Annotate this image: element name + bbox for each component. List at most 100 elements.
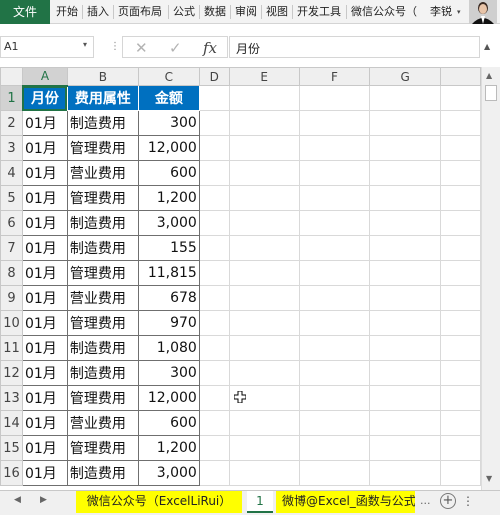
empty-cell[interactable]	[228, 85, 300, 111]
table-cell[interactable]: 营业费用	[66, 160, 139, 186]
column-header-f[interactable]: F	[298, 67, 371, 86]
empty-cell[interactable]	[440, 135, 481, 161]
tab-page-layout[interactable]: 页面布局	[118, 0, 162, 24]
empty-cell[interactable]	[440, 335, 481, 361]
tab-insert[interactable]: 插入	[87, 0, 109, 24]
empty-cell[interactable]	[228, 110, 300, 136]
table-cell[interactable]: 1,080	[137, 335, 200, 361]
name-box[interactable]: A1 ▾	[0, 36, 94, 58]
cancel-icon[interactable]: ✕	[135, 37, 148, 59]
empty-cell[interactable]	[198, 85, 230, 111]
empty-cell[interactable]	[298, 460, 371, 486]
row-header[interactable]: 13	[0, 385, 23, 411]
scroll-down-icon[interactable]: ▼	[486, 474, 492, 483]
empty-cell[interactable]	[228, 435, 300, 461]
table-cell[interactable]: 3,000	[137, 210, 200, 236]
empty-cell[interactable]	[298, 260, 371, 286]
row-header[interactable]: 5	[0, 185, 23, 211]
table-header-cell[interactable]: 月份	[21, 85, 68, 111]
insert-function-icon[interactable]: fx	[203, 37, 217, 59]
empty-cell[interactable]	[298, 235, 371, 261]
empty-cell[interactable]	[369, 110, 442, 136]
empty-cell[interactable]	[298, 185, 371, 211]
table-cell[interactable]: 制造费用	[66, 210, 139, 236]
table-cell[interactable]: 01月	[21, 135, 68, 161]
table-cell[interactable]: 01月	[21, 385, 68, 411]
table-cell[interactable]: 970	[137, 310, 200, 336]
table-cell[interactable]: 678	[137, 285, 200, 311]
column-header-a[interactable]: A	[21, 67, 68, 87]
table-cell[interactable]: 01月	[21, 160, 68, 186]
table-cell[interactable]: 12,000	[137, 135, 200, 161]
empty-cell[interactable]	[298, 335, 371, 361]
tab-data[interactable]: 数据	[204, 0, 226, 24]
empty-cell[interactable]	[228, 360, 300, 386]
row-header[interactable]: 11	[0, 335, 23, 361]
vertical-scrollbar[interactable]: ▲ ▼	[481, 67, 500, 490]
scroll-tabs-right-icon[interactable]: ▶	[40, 495, 47, 505]
empty-cell[interactable]	[228, 135, 300, 161]
table-cell[interactable]: 1,200	[137, 435, 200, 461]
empty-cell[interactable]	[369, 260, 442, 286]
empty-cell[interactable]	[198, 360, 230, 386]
table-cell[interactable]: 01月	[21, 335, 68, 361]
row-header[interactable]: 6	[0, 210, 23, 236]
table-cell[interactable]: 01月	[21, 185, 68, 211]
table-cell[interactable]: 01月	[21, 410, 68, 436]
table-cell[interactable]: 管理费用	[66, 135, 139, 161]
empty-cell[interactable]	[440, 385, 481, 411]
row-header[interactable]: 9	[0, 285, 23, 311]
formula-bar-grip-icon[interactable]: ⋮	[110, 36, 120, 58]
empty-cell[interactable]	[198, 210, 230, 236]
empty-cell[interactable]	[440, 110, 481, 136]
empty-cell[interactable]	[440, 235, 481, 261]
empty-cell[interactable]	[198, 235, 230, 261]
sheet-tab-weibo[interactable]: 微博@Excel_函数与公式	[276, 491, 415, 513]
table-cell[interactable]: 155	[137, 235, 200, 261]
tab-view[interactable]: 视图	[266, 0, 288, 24]
file-tab[interactable]: 文件	[0, 0, 50, 24]
row-header[interactable]: 8	[0, 260, 23, 286]
table-cell[interactable]: 制造费用	[66, 235, 139, 261]
table-cell[interactable]: 管理费用	[66, 310, 139, 336]
table-cell[interactable]: 300	[137, 360, 200, 386]
empty-cell[interactable]	[369, 435, 442, 461]
table-cell[interactable]: 制造费用	[66, 110, 139, 136]
table-cell[interactable]: 01月	[21, 210, 68, 236]
empty-cell[interactable]	[228, 460, 300, 486]
table-header-cell[interactable]: 金额	[137, 85, 200, 111]
empty-cell[interactable]	[440, 260, 481, 286]
empty-cell[interactable]	[440, 360, 481, 386]
table-cell[interactable]: 01月	[21, 235, 68, 261]
empty-cell[interactable]	[298, 360, 371, 386]
row-header[interactable]: 12	[0, 360, 23, 386]
empty-cell[interactable]	[228, 310, 300, 336]
empty-cell[interactable]	[228, 210, 300, 236]
empty-cell[interactable]	[198, 110, 230, 136]
empty-cell[interactable]	[198, 435, 230, 461]
row-header[interactable]: 10	[0, 310, 23, 336]
table-cell[interactable]: 01月	[21, 260, 68, 286]
empty-cell[interactable]	[440, 210, 481, 236]
table-cell[interactable]: 01月	[21, 110, 68, 136]
empty-cell[interactable]	[228, 160, 300, 186]
table-cell[interactable]: 制造费用	[66, 335, 139, 361]
empty-cell[interactable]	[298, 410, 371, 436]
empty-cell[interactable]	[369, 285, 442, 311]
empty-cell[interactable]	[369, 160, 442, 186]
table-cell[interactable]: 营业费用	[66, 285, 139, 311]
tab-home[interactable]: 开始	[56, 0, 78, 24]
empty-cell[interactable]	[298, 85, 371, 111]
empty-cell[interactable]	[198, 335, 230, 361]
empty-cell[interactable]	[369, 385, 442, 411]
empty-cell[interactable]	[228, 235, 300, 261]
add-sheet-button[interactable]: +	[440, 493, 456, 509]
user-name[interactable]: 李锐	[430, 0, 452, 24]
row-header[interactable]: 15	[0, 435, 23, 461]
table-cell[interactable]: 600	[137, 160, 200, 186]
column-header-g[interactable]: G	[369, 67, 442, 86]
expand-formula-icon[interactable]: ▲	[484, 42, 490, 51]
empty-cell[interactable]	[228, 285, 300, 311]
row-header[interactable]: 4	[0, 160, 23, 186]
row-header[interactable]: 1	[0, 85, 23, 111]
